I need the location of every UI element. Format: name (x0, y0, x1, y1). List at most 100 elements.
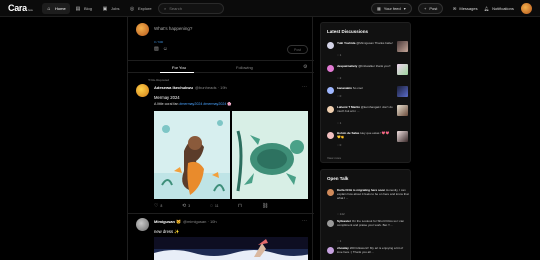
post-description: A little coral fan #mermay2024 #mermay20… (154, 102, 232, 106)
your-feed-label: Your feed (383, 6, 401, 11)
repost-count: 3 (188, 204, 191, 208)
post-image[interactable] (154, 237, 308, 260)
post-button[interactable]: + Post (418, 3, 444, 14)
avatar (327, 106, 334, 113)
emoji-icon[interactable]: ☺ (163, 46, 168, 52)
discussion-text: Lahemi T Martin @kernhangak I don't do m… (337, 105, 393, 113)
avatar (327, 189, 334, 196)
composer-input[interactable]: What's happening? (154, 26, 192, 31)
feed-column: What's happening? 0 / 600 ▨ ☺ Post For Y… (127, 17, 314, 260)
post-title: Mermay 2024 (154, 95, 180, 100)
discussion-text: Hololo de Salas Hey que estas ! 💖💖💛👏 (337, 131, 390, 139)
post-author-name[interactable]: Mimigusan 🐱 @mimigusan · 10h (154, 219, 217, 224)
messages-button[interactable]: ✉ Messages (448, 3, 483, 14)
bookmark-icon: ⊓ (238, 203, 242, 209)
image-icon[interactable]: ▨ (154, 46, 159, 52)
discussion-text: despairnatiety @bnbwalker thank you!! (337, 64, 391, 68)
cara-logo[interactable]: Carabeta (8, 3, 33, 13)
nav-jobs[interactable]: ▣ Jobs (98, 3, 123, 14)
tab-following[interactable]: Following (236, 65, 253, 70)
post-author-name[interactable]: Adesewa Ikechukwu @bunheads · 19h (154, 85, 227, 90)
avatar (327, 132, 334, 139)
comment-count: 11 (214, 204, 219, 208)
feed-tabs: For You Following ⚙ (128, 60, 314, 73)
post-image-gallery[interactable] (154, 111, 308, 199)
notifications-label: Notifications (492, 6, 514, 11)
avatar (327, 220, 334, 227)
nav-home[interactable]: ⌂ Home (42, 3, 70, 14)
tab-for-you[interactable]: For You (172, 65, 186, 70)
heart-icon: ♡ (154, 203, 159, 209)
avatar (327, 247, 334, 254)
your-feed-button[interactable]: ▦ Your feed ▾ (371, 3, 412, 14)
avatar (327, 65, 334, 72)
repost-button[interactable]: ⟲ 3 (182, 203, 190, 209)
search-input[interactable]: ⌕ Search (158, 3, 224, 14)
thumbnail (397, 41, 408, 52)
grid-icon: ▦ (377, 6, 381, 11)
home-icon: ⌂ (47, 5, 51, 12)
post-actions: ♡ 8 ⟲ 3 ◌ 11 ⊓ ⛓ (154, 203, 304, 209)
search-placeholder: Search (169, 6, 182, 11)
thumbnail (397, 131, 408, 142)
more-options-icon[interactable]: ⋯ (302, 218, 307, 224)
thumbnail (397, 64, 408, 75)
comment-meta: ◌ 2 (337, 76, 342, 80)
user-avatar[interactable] (521, 3, 532, 14)
comment-meta: ◌ 142 (337, 212, 345, 216)
settings-icon[interactable]: ⚙ (303, 64, 307, 70)
composer-post-button[interactable]: Post (287, 45, 308, 54)
nav-explore[interactable]: ◎ Explore (125, 3, 156, 14)
more-options-icon[interactable]: ⋯ (302, 84, 307, 90)
chevron-down-icon: ▾ (403, 6, 406, 11)
panel-title: Latest Discussions (327, 29, 369, 34)
blog-icon: ▤ (75, 5, 81, 12)
avatar (327, 42, 334, 49)
nav-blog-label: Blog (84, 6, 93, 11)
notifications-button[interactable]: 🔔︎ Notifications (479, 3, 519, 14)
bookmark-button[interactable]: ⊓ (238, 203, 242, 209)
talk-text: Sylwester On the Lookout for Short Films… (337, 219, 405, 227)
comment-meta: ◌ 0 (337, 143, 342, 147)
post-handle: @mimigusan · 10h (182, 219, 217, 224)
nav-jobs-label: Jobs (111, 6, 120, 11)
composer-tools: ▨ ☺ (154, 46, 168, 52)
top-bar: Carabeta ⌂ Home ▤ Blog ▣ Jobs ◎ Explore … (0, 0, 540, 17)
nav-blog[interactable]: ▤ Blog (71, 3, 96, 14)
jobs-icon: ▣ (102, 5, 108, 12)
comment-button[interactable]: ◌ 11 (210, 203, 218, 209)
repost-note: ⟲ Re-Reposted (148, 78, 170, 82)
divider (128, 213, 314, 214)
comment-meta: ◌ 1 (337, 121, 342, 125)
comment-meta: ◌ 0 (337, 94, 342, 98)
comment-icon: ◌ (210, 203, 213, 209)
post-author-avatar[interactable] (136, 84, 149, 97)
repost-icon: ⟲ (182, 203, 187, 209)
explore-icon: ◎ (129, 5, 135, 12)
avatar (327, 87, 334, 94)
talk-text: Karla Ortiz is migrating here soon Hones… (337, 188, 409, 200)
mermaid-artwork[interactable] (154, 111, 230, 199)
like-button[interactable]: ♡ 8 (154, 203, 162, 209)
link-icon: ⛓ (262, 203, 269, 209)
active-tab-indicator (160, 72, 194, 73)
messages-label: Messages (459, 6, 478, 11)
talk-text: chowlay 200 followers!! My art is enjoyi… (337, 246, 404, 254)
post-author-avatar[interactable] (136, 218, 149, 231)
thumbnail (397, 86, 408, 97)
nav-home-label: Home (55, 6, 66, 11)
post-label: Post (429, 6, 438, 11)
composer-avatar (136, 23, 149, 36)
plus-icon: + (424, 6, 427, 11)
comment-meta: ◌ 1 (337, 239, 342, 243)
open-talk-panel: Open Talk Karla Ortiz is migrating here … (320, 169, 411, 260)
panel-title: Open Talk (327, 176, 349, 181)
view-more-link[interactable]: View more (327, 156, 341, 160)
char-count: 0 / 600 (154, 40, 164, 44)
share-button[interactable]: ⛓ (262, 203, 268, 209)
post-handle: @bunheads · 19h (194, 85, 227, 90)
turtle-artwork[interactable] (232, 111, 308, 199)
discussion-text: bananakin So cool (337, 86, 363, 90)
bell-icon: 🔔︎ (484, 6, 490, 11)
latest-discussions-panel: Latest Discussions Yuki Yoshida @Mimigus… (320, 22, 411, 163)
